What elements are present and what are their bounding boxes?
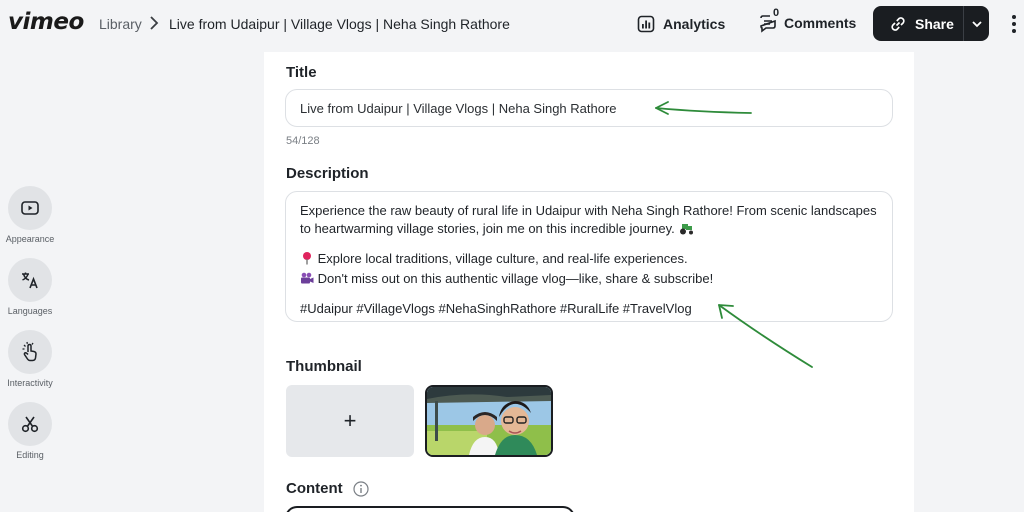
sidebar-icon-wrap — [8, 186, 52, 230]
share-button-group: Share — [873, 6, 989, 41]
info-icon[interactable] — [353, 480, 369, 497]
sidebar-item-label: Editing — [16, 450, 44, 460]
breadcrumb-video-title: Live from Udaipur | Village Vlogs | Neha… — [169, 16, 510, 32]
sidebar-icon-wrap — [8, 402, 52, 446]
pin-emoji-icon — [300, 251, 314, 270]
comments-button[interactable]: 0 Comments — [758, 7, 857, 36]
analytics-label: Analytics — [663, 16, 726, 32]
description-line: Don't miss out on this authentic village… — [317, 271, 714, 286]
plus-icon: + — [343, 408, 357, 433]
description-line: Experience the raw beauty of rural life … — [300, 203, 877, 236]
comments-label: Comments — [784, 15, 857, 31]
video-details-panel: Title 54/128 Description Experience the … — [264, 52, 914, 512]
sidebar-icon-wrap — [8, 258, 52, 302]
tap-icon — [22, 341, 37, 362]
sidebar-icon-wrap — [8, 330, 52, 374]
chevron-down-icon — [971, 20, 982, 27]
content-selector[interactable] — [285, 506, 575, 512]
description-hashtags: #Udaipur #VillageVlogs #NehaSinghRathore… — [300, 301, 692, 316]
content-label: Content — [286, 480, 343, 497]
title-character-counter: 54/128 — [286, 135, 320, 147]
sidebar-item-label: Appearance — [5, 234, 55, 244]
description-textarea[interactable]: Experience the raw beauty of rural life … — [285, 191, 893, 322]
top-bar: vimeo Library Live from Udaipur | Villag… — [0, 0, 1024, 48]
vimeo-logo[interactable]: vimeo — [8, 9, 84, 35]
thumbnail-image[interactable] — [425, 385, 553, 457]
thumbnail-label: Thumbnail — [286, 358, 362, 375]
sidebar-item-editing[interactable]: Editing — [0, 402, 60, 460]
sidebar-item-languages[interactable]: Languages — [0, 258, 60, 316]
share-label: Share — [915, 15, 954, 32]
scissors-icon — [21, 416, 39, 433]
play-square-icon — [21, 201, 39, 215]
analytics-button[interactable]: Analytics — [637, 12, 725, 36]
share-options-dropdown[interactable] — [964, 6, 989, 41]
comments-count: 0 — [773, 7, 780, 19]
title-input[interactable] — [285, 89, 893, 127]
chevron-right-icon — [150, 16, 159, 30]
camera-emoji-icon — [300, 272, 314, 290]
share-button[interactable]: Share — [873, 6, 964, 41]
more-options-icon[interactable] — [1006, 12, 1022, 36]
sidebar-item-label: Interactivity — [7, 378, 53, 388]
description-label: Description — [286, 165, 369, 182]
breadcrumb-library[interactable]: Library — [99, 16, 142, 32]
title-label: Title — [286, 64, 317, 81]
content-section-header: Content — [286, 480, 369, 497]
sidebar-item-appearance[interactable]: Appearance — [0, 186, 60, 244]
sidebar-item-interactivity[interactable]: Interactivity — [0, 330, 60, 388]
link-icon — [891, 16, 905, 31]
description-line: Explore local traditions, village cultur… — [317, 251, 688, 266]
translate-icon — [22, 272, 38, 289]
thumbnail-picture — [427, 387, 551, 455]
bar-chart-icon — [637, 15, 655, 33]
add-thumbnail-button[interactable]: + — [286, 385, 414, 457]
tractor-emoji-icon — [678, 222, 694, 240]
sidebar-item-label: Languages — [7, 306, 53, 316]
